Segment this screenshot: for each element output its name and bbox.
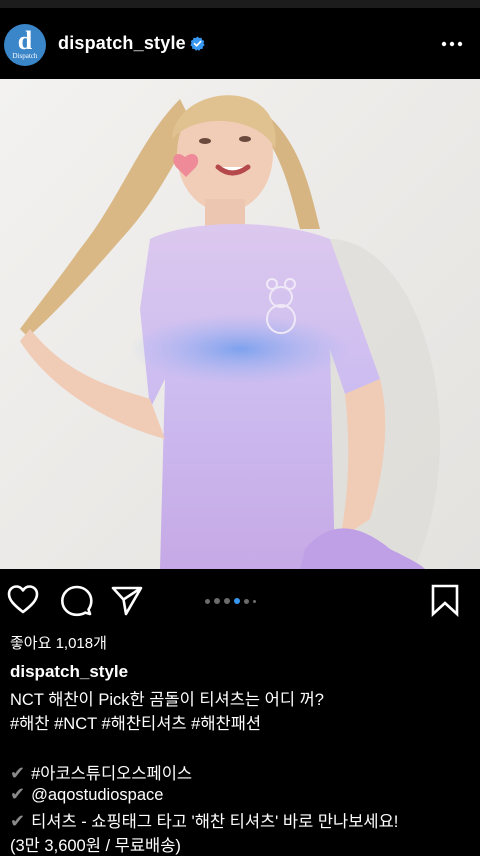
checkmark-icon: ✔ [10,763,26,783]
caption-check-item: ✔ @aqostudiospace [10,784,163,805]
share-icon[interactable] [110,583,144,617]
caption-username[interactable]: dispatch_style [10,662,128,682]
carousel-dot [244,598,249,604]
post-actions [0,569,480,633]
caption-hashtag-studio[interactable]: #아코스튜디오스페이스 [31,765,192,783]
likes-count[interactable]: 좋아요 1,018개 [10,632,107,653]
post-username[interactable]: dispatch_style [58,33,186,54]
caption-check-item: ✔ #아코스튜디오스페이스 [10,760,192,784]
caption-line: NCT 해찬이 Pick한 곰돌이 티셔츠는 어디 꺼? [10,691,324,709]
avatar-caption: Dispatch [12,52,38,60]
heart-icon[interactable] [6,583,40,617]
carousel-dot-active [234,598,240,604]
post-photo-illustration [0,79,480,569]
avatar-letter: d [17,26,33,55]
verified-badge-icon [190,36,205,51]
caption-price: (3만 3,600원 / 무료배송) [10,837,181,855]
post-header: d Dispatch dispatch_style [0,8,480,80]
post-photo[interactable] [0,79,480,569]
caption-mention[interactable]: @aqostudiospace [31,786,163,804]
carousel-dot [214,598,220,604]
caption-shopping-text: 티셔츠 - 쇼핑태그 타고 '해찬 티셔츠' 바로 만나보세요! [31,813,399,831]
caption-hashtags[interactable]: #해찬 #NCT #해찬티셔츠 #해찬패션 [10,710,261,734]
carousel-dot [224,598,230,604]
status-strip [0,0,480,8]
checkmark-icon: ✔ [10,784,26,804]
carousel-indicator [205,597,256,605]
avatar[interactable]: d Dispatch [4,24,46,66]
ellipsis-icon[interactable] [440,34,464,54]
checkmark-icon: ✔ [10,811,26,831]
carousel-dot [253,599,256,603]
caption-check-item: ✔ 티셔츠 - 쇼핑태그 타고 '해찬 티셔츠' 바로 만나보세요! [10,808,398,832]
carousel-dot [205,598,210,604]
comment-icon[interactable] [59,583,93,617]
bookmark-icon[interactable] [428,583,462,617]
